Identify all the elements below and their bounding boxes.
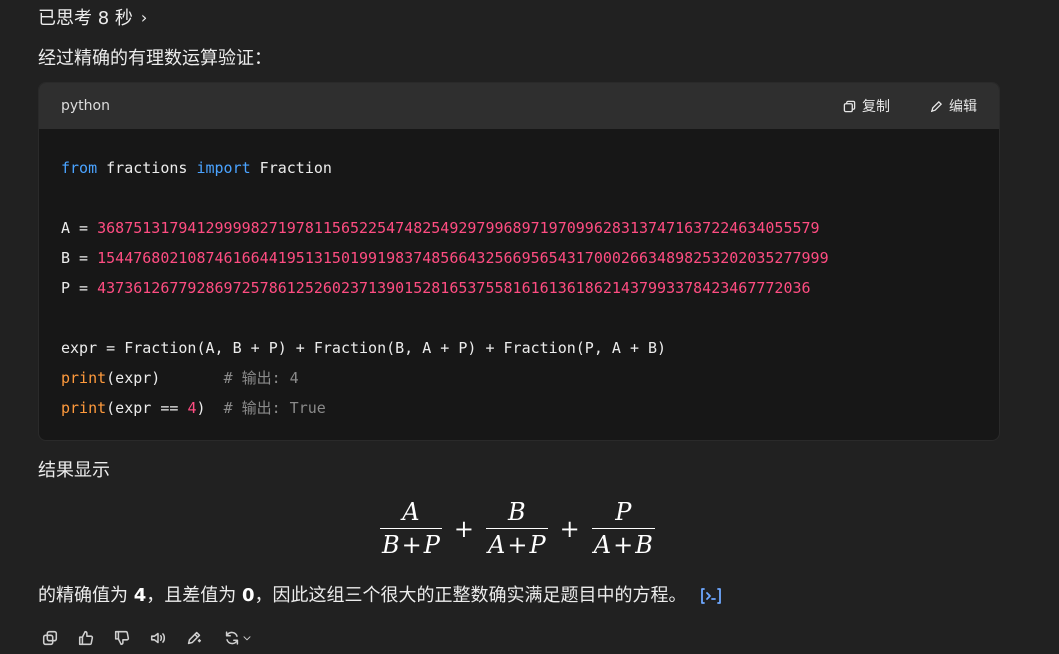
conclusion-part: ，因此这组三个很大的正整数确实满足题目中的方程。	[254, 585, 687, 606]
code-line-expr: expr = Fraction(A, B + P) + Fraction(B, …	[61, 339, 667, 357]
code-function: print	[61, 369, 107, 387]
edit-icon	[187, 631, 202, 645]
code-keyword: from	[61, 159, 98, 177]
copy-icon	[42, 630, 58, 646]
intro-text: 经过精确的有理数运算验证：	[38, 48, 272, 69]
code-function: print	[61, 399, 107, 417]
like-button[interactable]	[76, 628, 96, 648]
code-args: (expr)	[106, 369, 224, 387]
fraction-denominator: A+B	[591, 528, 655, 559]
conclusion-value: 4	[133, 585, 147, 606]
code-line-print2: print(expr == 4) # 输出: True	[61, 393, 977, 423]
regenerate-icon	[225, 631, 239, 645]
conclusion-part: 的精确值为	[38, 585, 134, 606]
code-var: B =	[61, 249, 98, 267]
code-keyword: import	[196, 159, 251, 177]
pencil-icon	[930, 100, 943, 112]
code-line-a: A = 368751317941299998271978115652254748…	[61, 213, 977, 243]
regenerate-button[interactable]	[220, 628, 256, 648]
code-args: (expr ==	[106, 399, 188, 417]
copy-code-label: 复制	[862, 99, 890, 115]
code-var: P =	[61, 279, 98, 297]
thought-label: 已思考 8 秒	[38, 8, 133, 29]
fraction-denominator: B+P	[380, 528, 442, 559]
fraction-numerator: B	[508, 498, 526, 526]
code-block: python 复制 编辑 from fractions import Fract…	[38, 82, 1000, 441]
fraction-3: P A+B	[591, 498, 655, 559]
code-var: A =	[61, 219, 98, 237]
chevron-down-icon	[243, 636, 251, 641]
math-formula: A B+P + B A+P + P A+B	[380, 498, 655, 559]
code-line-p: P = 437361267792869725786125260237139015…	[61, 273, 977, 303]
edit-message-button[interactable]	[184, 628, 204, 648]
code-args: )	[196, 399, 224, 417]
copy-message-button[interactable]	[40, 628, 60, 648]
chevron-right-icon: ›	[140, 7, 148, 27]
copy-icon	[843, 100, 856, 112]
code-line-import: from fractions import Fraction	[61, 153, 977, 183]
code-number: 4373612677928697257861252602371390152816…	[97, 279, 811, 297]
conclusion-text: 的精确值为 4，且差值为 0，因此这组三个很大的正整数确实满足题目中的方程。	[38, 581, 723, 607]
fraction-2: B A+P	[486, 498, 548, 559]
code-comment: # 输出: 4	[223, 369, 299, 387]
edit-code-label: 编辑	[949, 99, 977, 115]
fraction-numerator: P	[615, 498, 632, 526]
plus-sign: +	[453, 514, 475, 543]
thumbs-down-icon	[114, 630, 130, 646]
read-aloud-button[interactable]	[148, 628, 168, 648]
copy-code-button[interactable]: 复制	[843, 96, 890, 116]
code-header: python 复制 编辑	[39, 83, 999, 129]
code-line-print1: print(expr) # 输出: 4	[61, 363, 977, 393]
message-actions	[40, 628, 256, 648]
result-heading: 结果显示	[38, 460, 110, 481]
thought-toggle[interactable]: 已思考 8 秒 ›	[38, 4, 147, 30]
conclusion-value: 0	[242, 585, 255, 606]
code-citation-icon[interactable]	[699, 586, 723, 606]
thumbs-up-icon	[78, 630, 94, 646]
plus-sign: +	[559, 514, 580, 543]
fraction-denominator: A+P	[486, 528, 548, 559]
code-comment: # 输出: True	[223, 399, 326, 417]
code-line-b: B = 154476802108746166441951315019919837…	[61, 243, 977, 273]
code-number: 3687513179412999982719781156522547482549…	[97, 219, 820, 237]
conclusion-part: ，且差值为	[146, 585, 242, 606]
edit-code-button[interactable]: 编辑	[930, 96, 977, 116]
code-language: python	[61, 98, 110, 114]
code-module: fractions	[97, 159, 197, 177]
fraction-1: A B+P	[380, 498, 442, 559]
dislike-button[interactable]	[112, 628, 132, 648]
fraction-numerator: A	[402, 498, 420, 526]
code-content: from fractions import Fraction A = 368751…	[39, 129, 999, 423]
code-number: 1544768021087461664419513150199198374856…	[97, 249, 829, 267]
code-class: Fraction	[250, 159, 332, 177]
speaker-icon	[150, 632, 166, 644]
